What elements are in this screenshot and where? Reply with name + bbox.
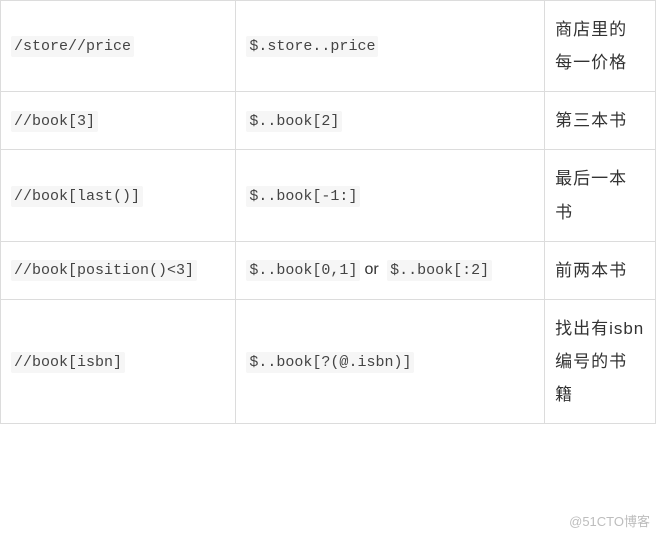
jsonpath-cell: $..book[-1:] [236,150,545,241]
xpath-code: //book[3] [11,111,98,132]
jsonpath-code: $..book[?(@.isbn)] [246,352,414,373]
watermark: @51CTO博客 [569,511,650,530]
xpath-cell: //book[position()<3] [1,241,236,299]
jsonpath-cell: $..book[0,1]or $..book[:2] [236,241,545,299]
table-body: /store//price$.store..price商店里的每一价格//boo… [1,1,656,424]
jsonpath-cell: $..book[?(@.isbn)] [236,299,545,423]
xpath-cell: /store//price [1,1,236,92]
connector-text: or [364,261,378,278]
description-cell: 最后一本书 [545,150,656,241]
xpath-code: //book[isbn] [11,352,125,373]
xpath-cell: //book[isbn] [1,299,236,423]
description-cell: 第三本书 [545,92,656,150]
description-cell: 前两本书 [545,241,656,299]
jsonpath-code: $..book[-1:] [246,186,360,207]
xpath-code: /store//price [11,36,134,57]
xpath-cell: //book[last()] [1,150,236,241]
jsonpath-cell: $..book[2] [236,92,545,150]
comparison-table: /store//price$.store..price商店里的每一价格//boo… [0,0,656,424]
jsonpath-code: $.store..price [246,36,378,57]
description-cell: 找出有isbn编号的书籍 [545,299,656,423]
jsonpath-cell: $.store..price [236,1,545,92]
jsonpath-code-alt: $..book[:2] [387,260,492,281]
table-row: //book[position()<3] $..book[0,1]or $..bo… [1,241,656,299]
description-cell: 商店里的每一价格 [545,1,656,92]
table-row: //book[3] $..book[2] 第三本书 [1,92,656,150]
xpath-cell: //book[3] [1,92,236,150]
table-row: /store//price $.store..price 商店里的每一价格 [1,1,656,92]
table-row: //book[last()] $..book[-1:] 最后一本书 [1,150,656,241]
xpath-code: //book[last()] [11,186,143,207]
jsonpath-code: $..book[2] [246,111,342,132]
xpath-code: //book[position()<3] [11,260,197,281]
table-row: //book[isbn] $..book[?(@.isbn)] 找出有isbn编号的… [1,299,656,423]
jsonpath-code: $..book[0,1] [246,260,360,281]
